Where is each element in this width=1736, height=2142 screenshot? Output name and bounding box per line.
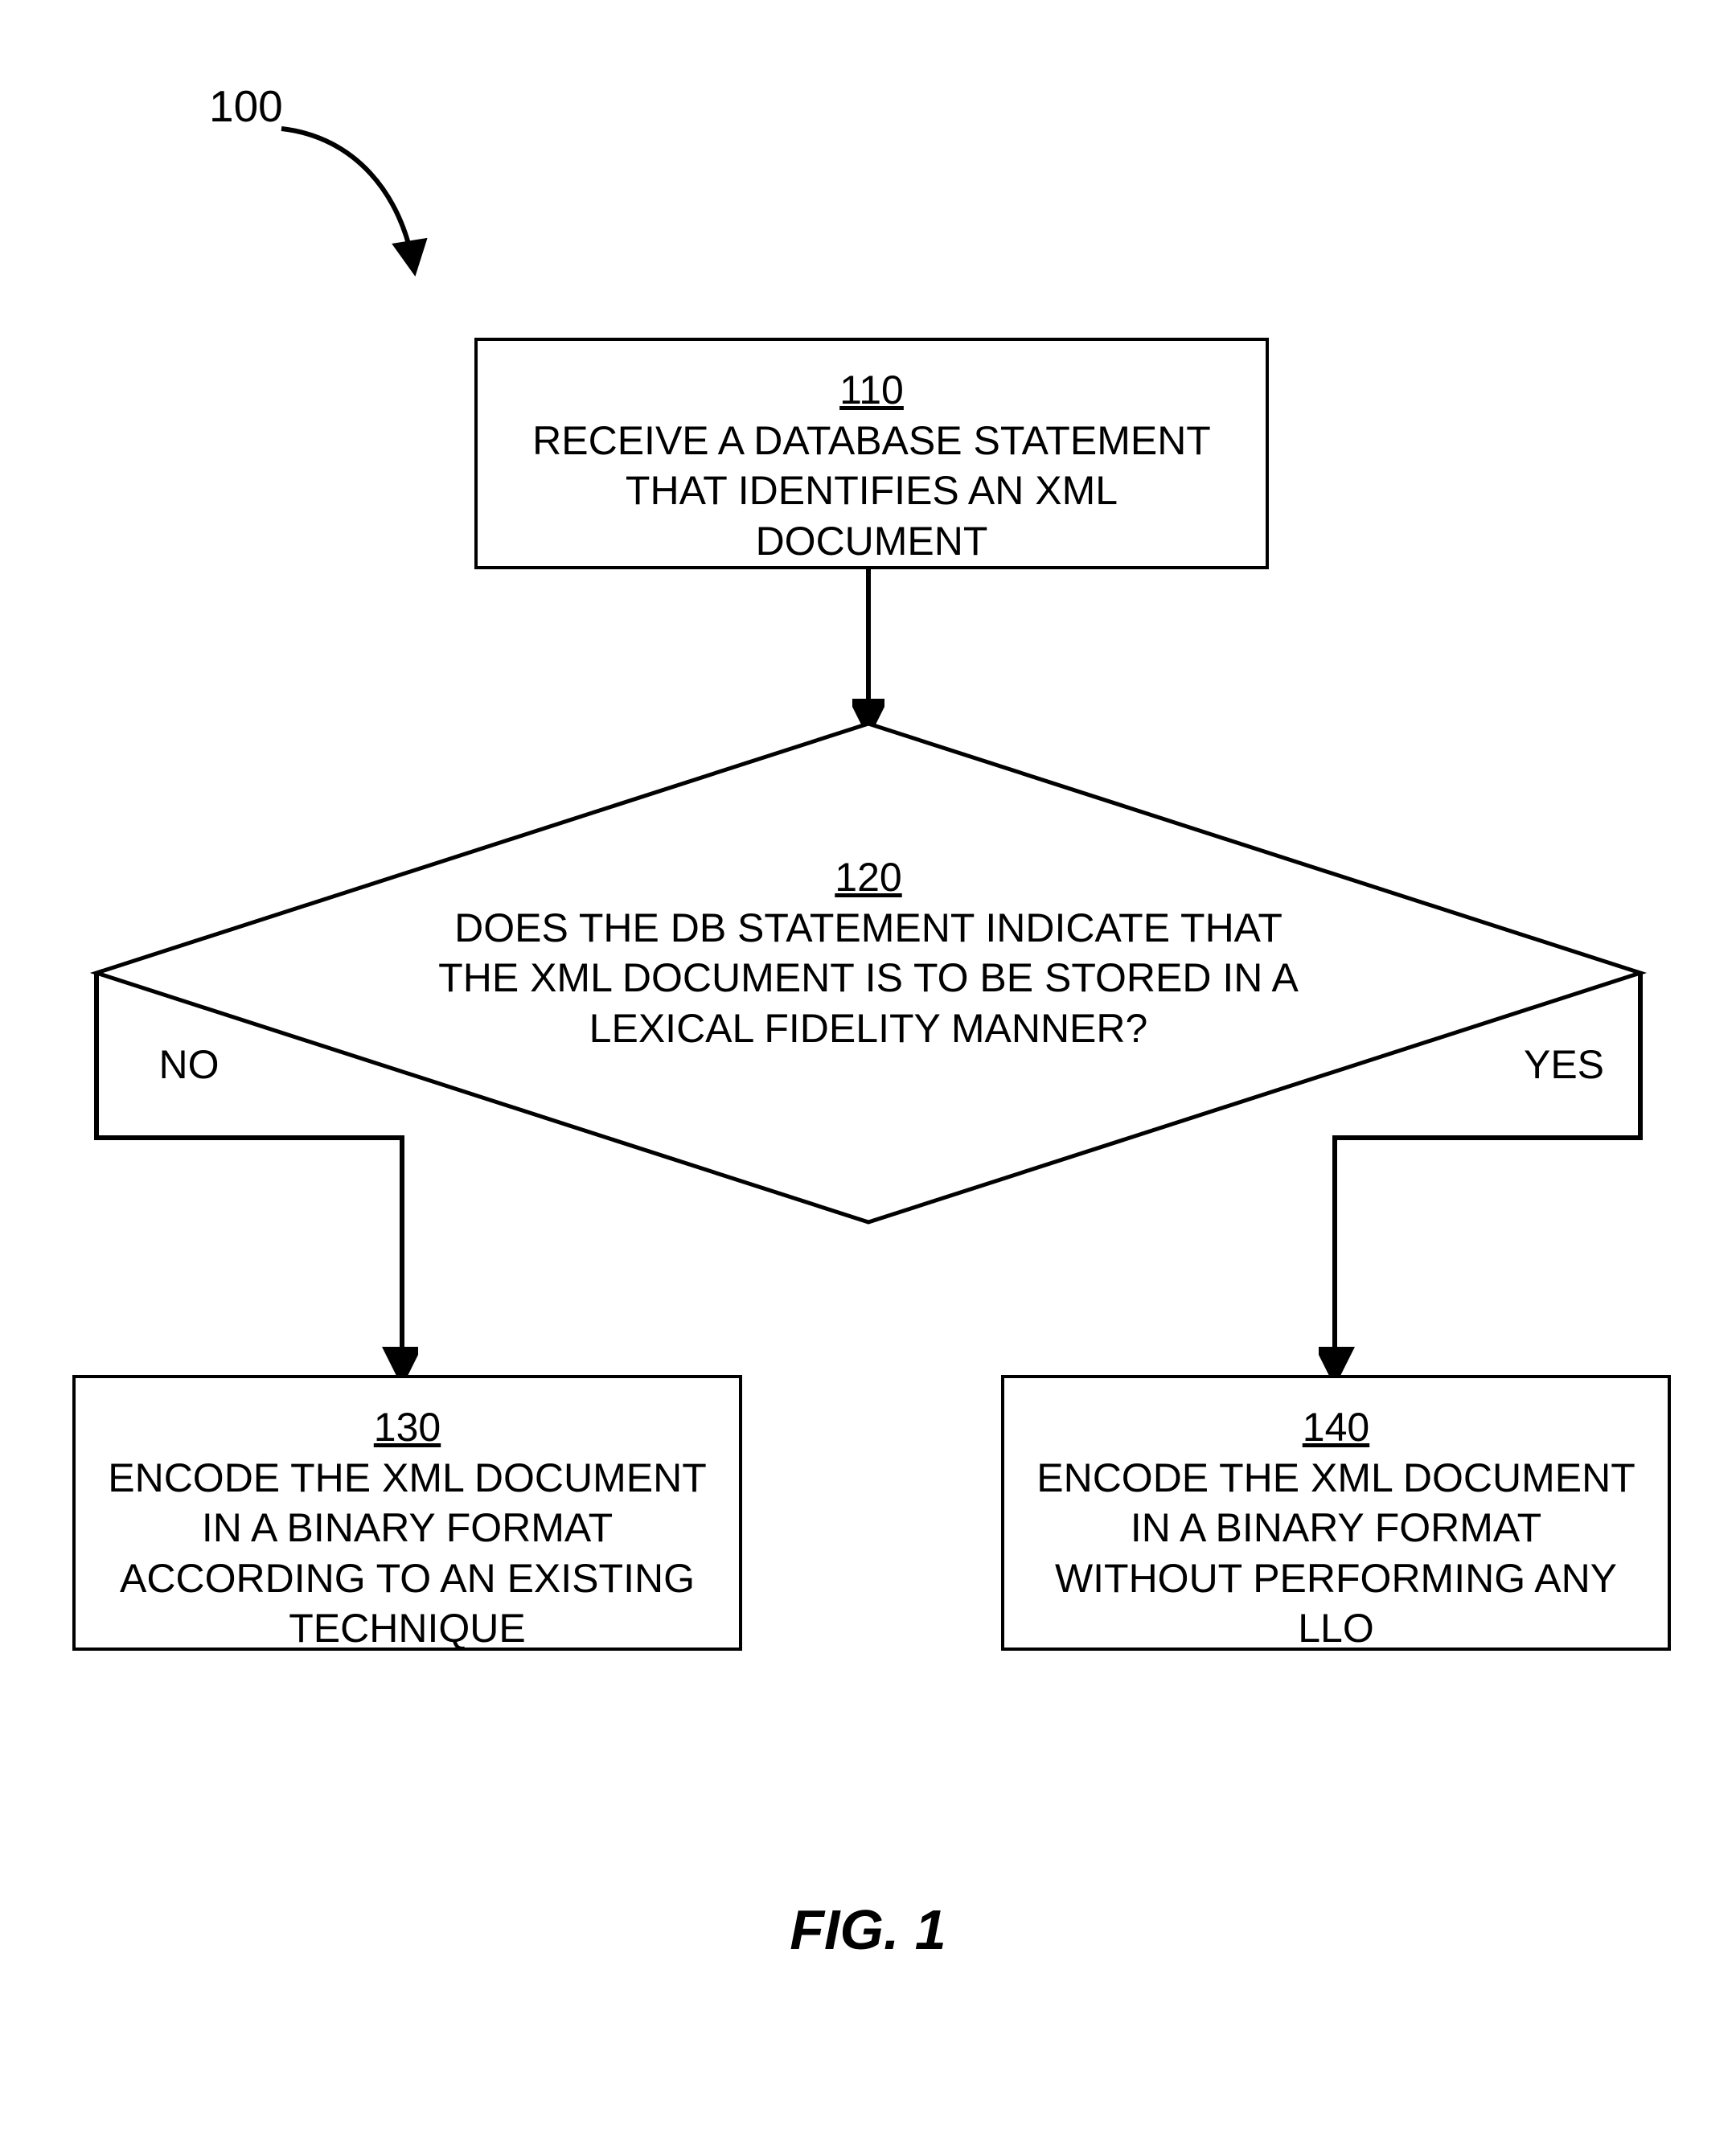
node-110-number: 110	[510, 365, 1233, 416]
node-130-text: ENCODE THE XML DOCUMENT IN A BINARY FORM…	[108, 1453, 707, 1654]
node-110-text: RECEIVE A DATABASE STATEMENT THAT IDENTI…	[510, 416, 1233, 567]
process-box-110: 110 RECEIVE A DATABASE STATEMENT THAT ID…	[474, 338, 1269, 569]
node-120-number: 120	[418, 852, 1319, 903]
arrow-yes-path	[1319, 969, 1656, 1379]
process-box-130: 130 ENCODE THE XML DOCUMENT IN A BINARY …	[72, 1375, 742, 1651]
arrow-no-path	[80, 969, 418, 1379]
arrow-110-to-120	[852, 566, 884, 735]
process-box-140: 140 ENCODE THE XML DOCUMENT IN A BINARY …	[1001, 1375, 1671, 1651]
node-120-text: DOES THE DB STATEMENT INDICATE THAT THE …	[418, 903, 1319, 1054]
figure-ref-number: 100	[209, 80, 283, 132]
node-130-number: 130	[108, 1402, 707, 1453]
node-140-number: 140	[1036, 1402, 1635, 1453]
figure-caption: FIG. 1	[0, 1898, 1736, 1962]
decision-120-content: 120 DOES THE DB STATEMENT INDICATE THAT …	[418, 852, 1319, 1053]
flowchart-canvas: 100 110 RECEIVE A DATABASE STATEMENT THA…	[0, 0, 1736, 2142]
node-140-text: ENCODE THE XML DOCUMENT IN A BINARY FORM…	[1036, 1453, 1635, 1654]
